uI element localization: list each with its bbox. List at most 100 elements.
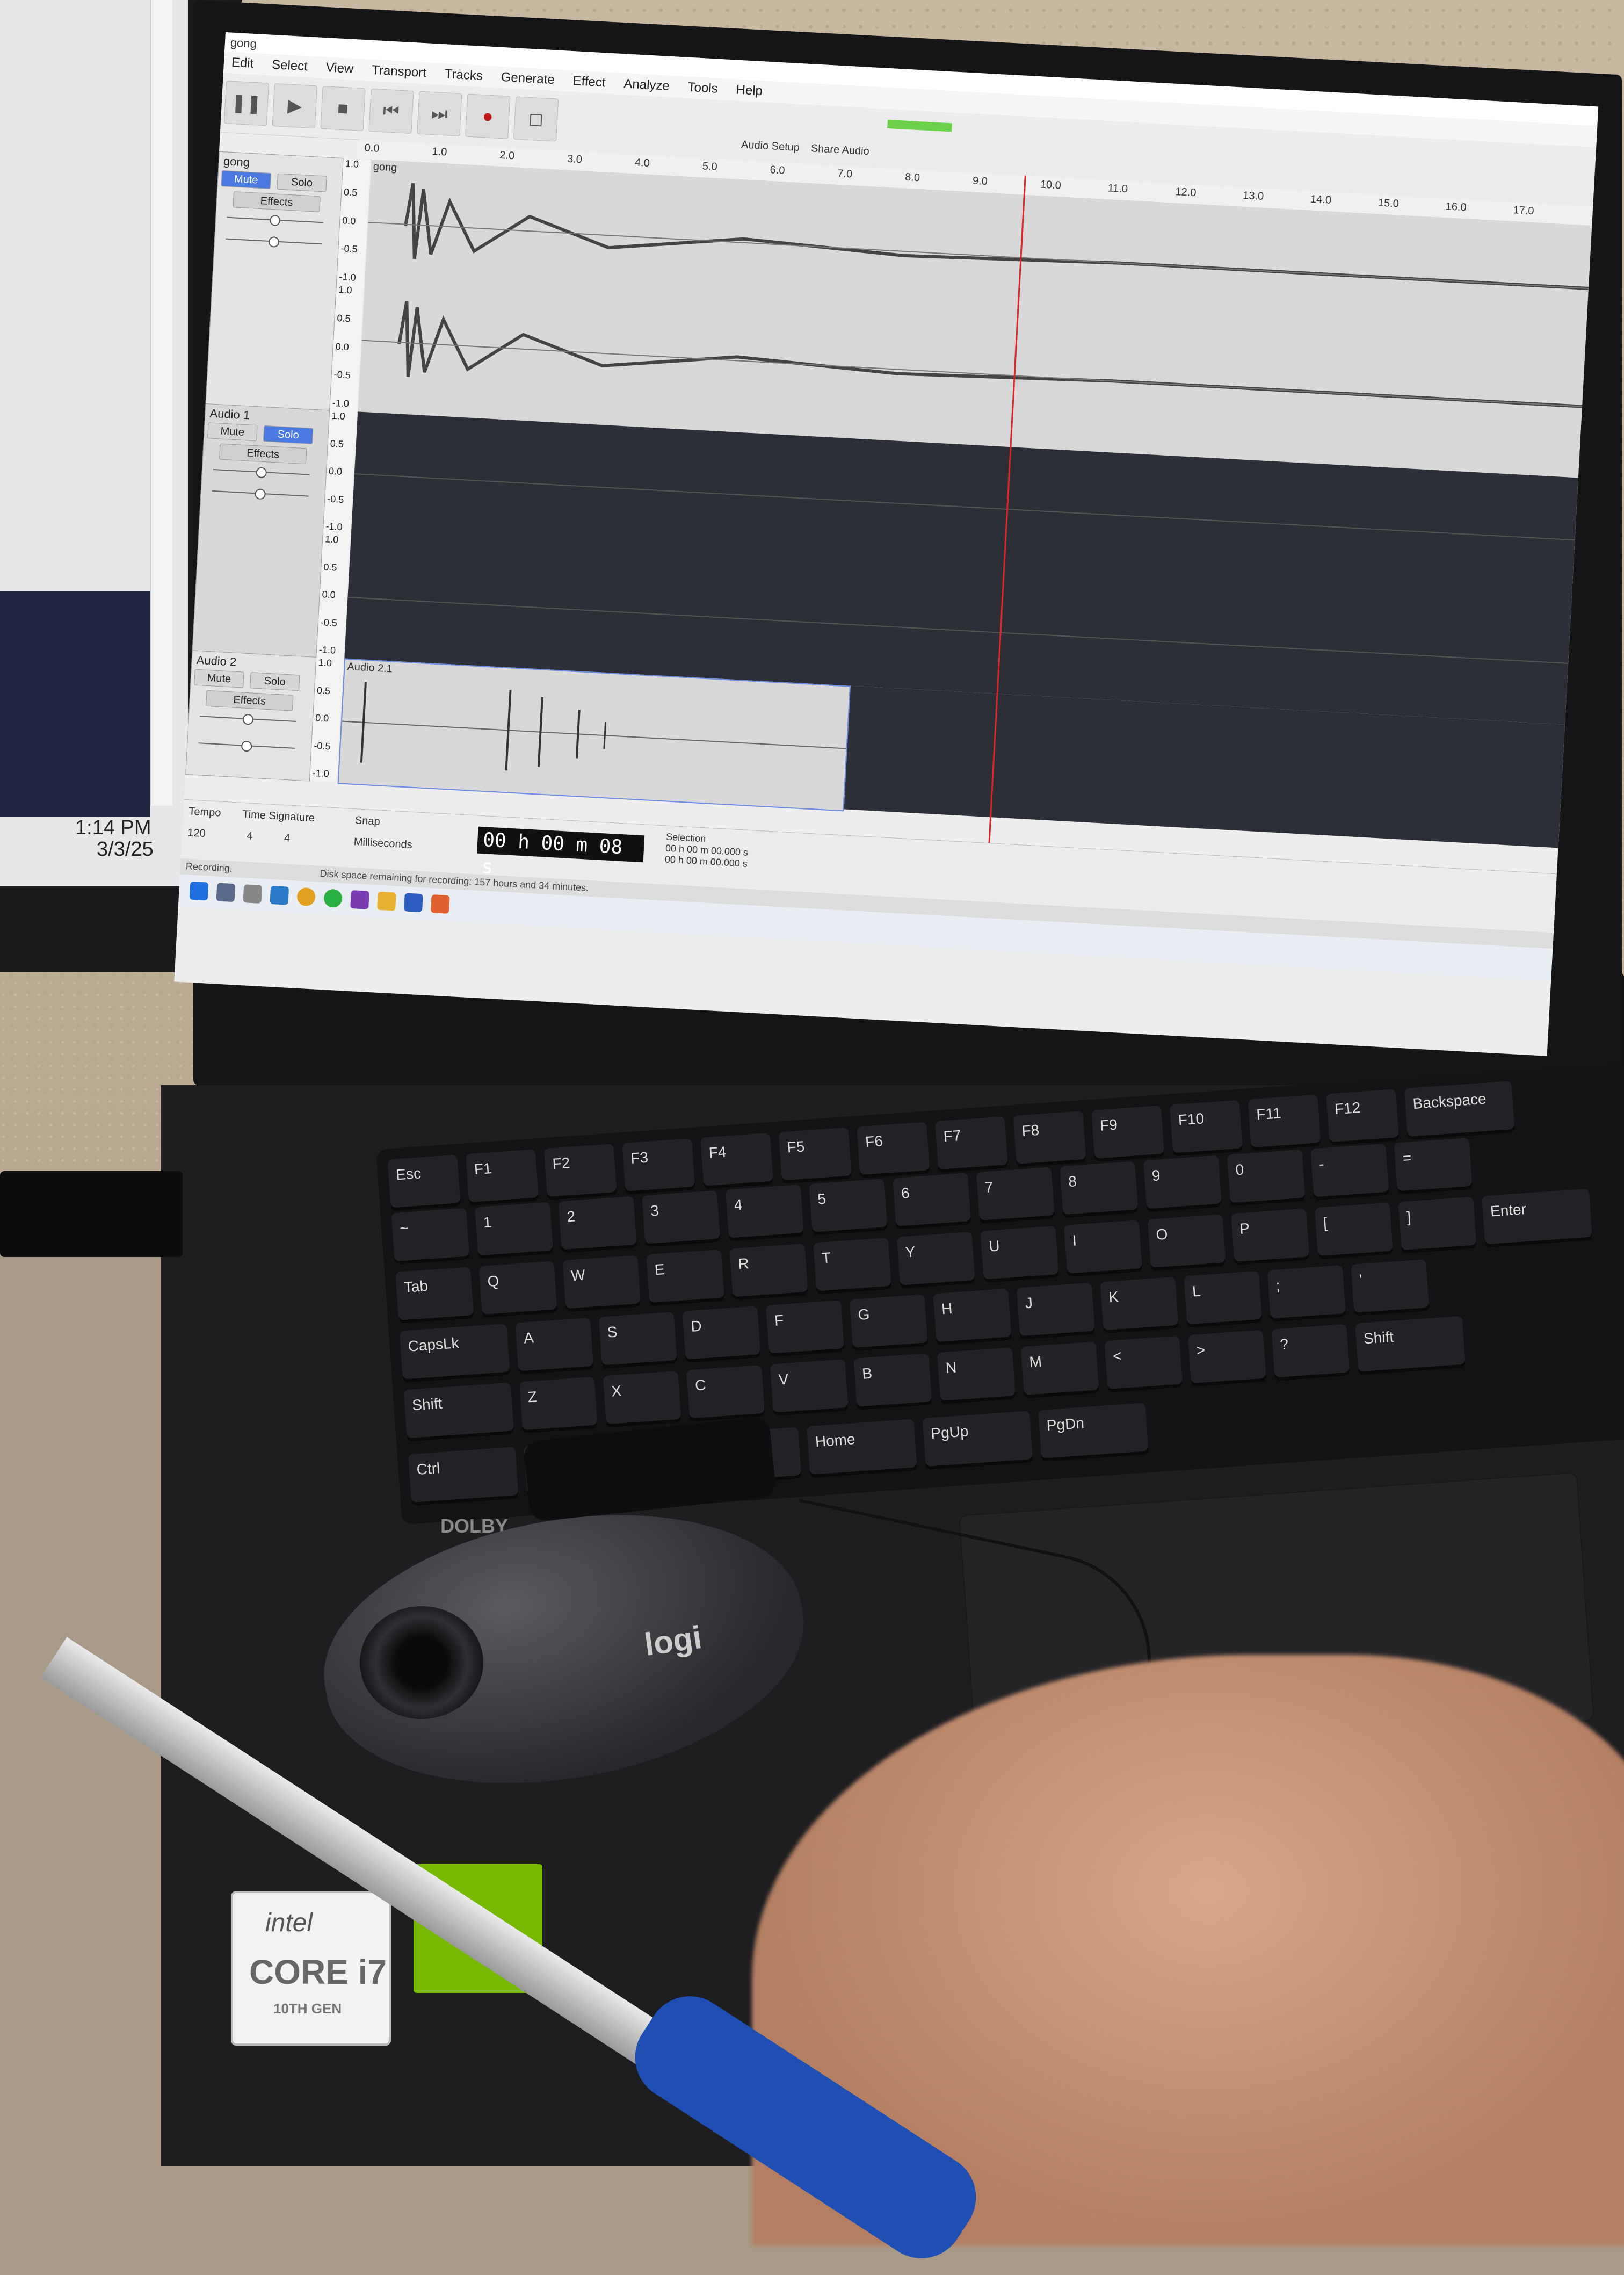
- key-g[interactable]: G: [849, 1294, 928, 1348]
- key-f12[interactable]: F12: [1326, 1089, 1400, 1143]
- key-f6[interactable]: F6: [857, 1122, 930, 1175]
- menu-item-effect[interactable]: Effect: [572, 74, 606, 90]
- key-1[interactable]: 1: [474, 1202, 553, 1256]
- file-explorer-icon[interactable]: [377, 891, 396, 911]
- key-6[interactable]: 6: [893, 1173, 971, 1226]
- key-f11[interactable]: F11: [1248, 1094, 1321, 1148]
- menu-item-analyze[interactable]: Analyze: [624, 76, 670, 94]
- key-o[interactable]: O: [1147, 1214, 1226, 1268]
- key-u[interactable]: U: [980, 1226, 1059, 1280]
- key-w[interactable]: W: [562, 1255, 641, 1309]
- word-icon[interactable]: [403, 893, 423, 913]
- key-backspace[interactable]: Backspace: [1404, 1081, 1515, 1137]
- key-pgdn[interactable]: PgDn: [1038, 1403, 1149, 1458]
- key-pgup[interactable]: PgUp: [922, 1411, 1033, 1467]
- recording-meter[interactable]: [887, 119, 952, 132]
- key-b[interactable]: B: [853, 1353, 932, 1407]
- audacity-icon[interactable]: [430, 894, 450, 914]
- menu-item-view[interactable]: View: [325, 60, 354, 77]
- menu-item-transport[interactable]: Transport: [371, 63, 427, 81]
- key-ctrl[interactable]: Ctrl: [408, 1447, 519, 1503]
- gain-slider[interactable]: [213, 468, 310, 475]
- menu-item-generate[interactable]: Generate: [501, 70, 555, 88]
- key-x[interactable]: X: [603, 1370, 682, 1425]
- loop-button[interactable]: ◻: [513, 96, 559, 142]
- key-4[interactable]: 4: [725, 1185, 804, 1238]
- key-y[interactable]: Y: [896, 1231, 975, 1285]
- key-m[interactable]: M: [1020, 1341, 1099, 1395]
- key-[interactable]: ?: [1271, 1324, 1350, 1378]
- chrome-icon[interactable]: [296, 887, 316, 907]
- track-header-audio-1[interactable]: Audio 1 Mute Solo Effects: [192, 403, 330, 658]
- key-p[interactable]: P: [1231, 1208, 1310, 1262]
- effects-button[interactable]: Effects: [206, 690, 294, 711]
- key-h[interactable]: H: [933, 1288, 1012, 1342]
- key-[interactable]: =: [1394, 1137, 1473, 1191]
- clip-audio-2-1[interactable]: Audio 2.1: [337, 658, 851, 812]
- effects-button[interactable]: Effects: [219, 443, 307, 465]
- stop-button[interactable]: ■: [320, 85, 366, 132]
- key-i[interactable]: I: [1063, 1220, 1142, 1274]
- key-[interactable]: ]: [1398, 1196, 1477, 1251]
- left-screen-scrollbar[interactable]: [150, 0, 172, 806]
- key-enter[interactable]: Enter: [1482, 1188, 1592, 1245]
- time-signature-denominator[interactable]: 4: [284, 832, 290, 845]
- key-d[interactable]: D: [682, 1306, 761, 1360]
- pause-button[interactable]: ❚❚: [223, 81, 270, 126]
- track-header-gong[interactable]: gong Mute Solo Effects: [205, 151, 344, 411]
- menu-item-edit[interactable]: Edit: [231, 55, 254, 71]
- key-s[interactable]: S: [598, 1312, 677, 1366]
- time-signature-numerator[interactable]: 4: [246, 830, 253, 843]
- key-t[interactable]: T: [813, 1237, 892, 1291]
- mute-button[interactable]: Mute: [207, 422, 258, 442]
- key-f9[interactable]: F9: [1091, 1105, 1165, 1159]
- key-[interactable]: -: [1310, 1143, 1389, 1197]
- menu-item-tracks[interactable]: Tracks: [444, 67, 483, 84]
- key-esc[interactable]: Esc: [387, 1154, 461, 1208]
- key-9[interactable]: 9: [1143, 1155, 1222, 1209]
- key-n[interactable]: N: [937, 1347, 1016, 1401]
- key-f4[interactable]: F4: [700, 1132, 773, 1186]
- key-[interactable]: [: [1314, 1202, 1393, 1256]
- menu-item-tools[interactable]: Tools: [687, 80, 718, 97]
- key-c[interactable]: C: [686, 1364, 765, 1419]
- key-f5[interactable]: F5: [778, 1127, 852, 1181]
- key-tab[interactable]: Tab: [395, 1267, 474, 1320]
- key-j[interactable]: J: [1016, 1282, 1095, 1337]
- key-f7[interactable]: F7: [934, 1116, 1008, 1170]
- key-f3[interactable]: F3: [622, 1138, 695, 1191]
- outlook-icon[interactable]: [270, 885, 289, 905]
- record-button[interactable]: ●: [465, 93, 511, 139]
- calculator-icon[interactable]: [243, 884, 263, 904]
- pan-slider[interactable]: [226, 238, 322, 245]
- key-[interactable]: <: [1104, 1335, 1183, 1390]
- mute-button[interactable]: Mute: [221, 170, 271, 189]
- key-f2[interactable]: F2: [543, 1144, 617, 1197]
- time-display[interactable]: 00 h 00 m 08 s: [477, 826, 645, 878]
- key-shift[interactable]: Shift: [1355, 1316, 1466, 1372]
- track-header-audio-2[interactable]: Audio 2 Mute Solo Effects: [185, 650, 317, 782]
- key-r[interactable]: R: [729, 1243, 808, 1297]
- key-8[interactable]: 8: [1060, 1161, 1139, 1215]
- key-q[interactable]: Q: [479, 1261, 557, 1315]
- audio-setup-button[interactable]: Audio Setup: [741, 139, 800, 154]
- onenote-icon[interactable]: [350, 890, 369, 909]
- skip-start-button[interactable]: ⏮: [368, 88, 414, 134]
- key-home[interactable]: Home: [806, 1419, 917, 1475]
- pan-slider[interactable]: [212, 490, 309, 497]
- effects-button[interactable]: Effects: [233, 191, 321, 212]
- solo-button[interactable]: Solo: [263, 425, 314, 444]
- settings-icon[interactable]: [216, 883, 236, 902]
- menu-item-select[interactable]: Select: [271, 57, 308, 75]
- key-f[interactable]: F: [766, 1300, 844, 1354]
- pan-slider[interactable]: [198, 742, 295, 749]
- key-l[interactable]: L: [1184, 1270, 1263, 1325]
- share-audio-button[interactable]: Share Audio: [810, 142, 869, 158]
- key-[interactable]: ;: [1267, 1265, 1346, 1319]
- start-icon[interactable]: [189, 881, 209, 901]
- key-a[interactable]: A: [515, 1317, 594, 1371]
- solo-button[interactable]: Solo: [250, 672, 300, 691]
- key-[interactable]: >: [1187, 1330, 1266, 1384]
- solo-button[interactable]: Solo: [277, 173, 327, 192]
- gain-slider[interactable]: [227, 216, 324, 223]
